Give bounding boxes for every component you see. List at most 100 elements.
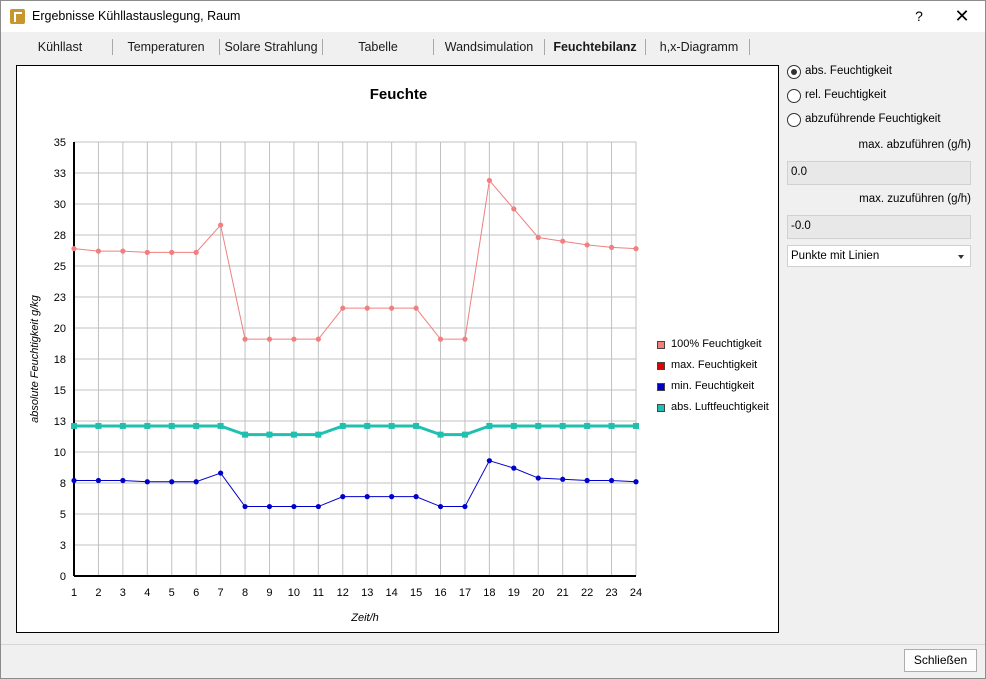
data-point — [608, 244, 615, 250]
tab-separator — [749, 39, 750, 55]
display-mode-select[interactable]: Punkte mit Linien — [787, 245, 971, 267]
data-point — [584, 422, 591, 429]
tab-tabelle[interactable]: Tabelle — [323, 35, 433, 59]
data-point — [461, 431, 468, 438]
data-point — [535, 234, 541, 241]
tab-feuchtebilanz[interactable]: Feuchtebilanz — [545, 35, 645, 59]
data-point — [95, 248, 102, 254]
data-point — [266, 503, 273, 510]
data-point — [486, 422, 493, 429]
data-point — [535, 422, 542, 429]
max-abzufuehren-label: max. abzuführen (g/h) — [858, 139, 971, 151]
data-point — [486, 177, 492, 184]
radio-abzufuehrende-feuchtigkeit[interactable]: abzuführende Feuchtigkeit — [787, 112, 967, 132]
x-tick-label: 17 — [459, 587, 471, 599]
data-point — [315, 336, 321, 342]
humidity-chart: 035810131518202325283033351 2 3 4 5 6 7 8 9 10 11 1… — [29, 137, 642, 624]
series-line — [74, 424, 636, 437]
y-tick-label: 8 — [60, 478, 66, 490]
data-point — [315, 503, 321, 510]
x-tick-label: 18 — [483, 587, 495, 599]
max-abzufuehren-field[interactable]: 0.0 — [787, 161, 971, 185]
x-tick-label: 23 — [605, 587, 617, 599]
tab-wandsimulation[interactable]: Wandsimulation — [434, 35, 544, 59]
data-point — [389, 494, 395, 500]
data-point — [437, 431, 444, 438]
y-tick-label: 28 — [54, 230, 66, 242]
y-tick-label: 20 — [54, 323, 66, 335]
tab-temperaturen[interactable]: Temperaturen — [113, 35, 219, 59]
legend-label: 100% Feuchtigkeit — [671, 338, 762, 350]
data-point — [120, 477, 126, 484]
data-point — [560, 476, 566, 482]
data-point — [389, 305, 395, 311]
tab-kuehllast[interactable]: Kühllast — [15, 35, 105, 59]
tab-solare-strahlung[interactable]: Solare Strahlung — [220, 35, 322, 59]
y-tick-label: 10 — [54, 447, 66, 459]
data-point — [193, 479, 199, 485]
x-tick-label: 19 — [508, 587, 520, 599]
data-point — [144, 249, 150, 255]
data-point — [584, 477, 590, 484]
data-point — [193, 422, 200, 429]
x-tick-label: 6 — [193, 587, 199, 599]
chart-panel: Feuchte 0 3 5 8 10 13 15 18 20 23 25 28 30 33 35 1 2 3 4 5 6… — [16, 65, 779, 633]
data-point — [413, 422, 420, 429]
x-tick-label: 10 — [288, 587, 300, 599]
series-line — [74, 460, 637, 508]
data-point — [242, 336, 248, 342]
data-point — [633, 422, 639, 429]
data-point — [437, 336, 444, 342]
x-tick-label: 1 — [71, 587, 77, 599]
data-point — [266, 336, 273, 342]
x-tick-label: 14 — [386, 587, 398, 599]
radio-button[interactable] — [787, 113, 801, 127]
x-tick-label: 5 — [169, 587, 175, 599]
data-point — [71, 246, 77, 252]
max-zuzufuehren-label: max. zuzuführen (g/h) — [859, 193, 971, 205]
x-tick-label: 16 — [434, 587, 446, 599]
data-point — [291, 336, 297, 342]
data-point — [633, 246, 639, 252]
y-tick-label: 18 — [54, 354, 66, 366]
radio-abs-feuchtigkeit[interactable]: abs. Feuchtigkeit — [787, 64, 967, 84]
y-tick-label: 3 — [60, 540, 66, 552]
data-point — [95, 422, 102, 429]
data-point — [119, 422, 126, 429]
data-point — [633, 479, 639, 485]
y-tick-label: 30 — [54, 199, 66, 211]
x-tick-label: 12 — [337, 587, 349, 599]
display-mode-value: Punkte mit Linien — [791, 250, 880, 262]
x-tick-label: 11 — [313, 587, 324, 599]
data-point — [388, 422, 395, 429]
close-button[interactable]: Schließen — [904, 649, 977, 672]
y-tick-label: 5 — [60, 509, 66, 521]
data-point — [510, 422, 517, 429]
data-point — [144, 422, 151, 429]
radio-label: abzuführende Feuchtigkeit — [805, 113, 941, 125]
legend-swatch — [657, 383, 665, 391]
data-point — [266, 431, 273, 438]
x-tick-label: 2 — [95, 587, 101, 599]
radio-button[interactable] — [787, 89, 801, 103]
help-button[interactable]: ? — [907, 4, 931, 28]
x-tick-label: 21 — [557, 587, 569, 599]
tab-separator — [645, 39, 646, 55]
x-tick-label: 22 — [581, 587, 593, 599]
radio-rel-feuchtigkeit[interactable]: rel. Feuchtigkeit — [787, 88, 967, 108]
app-icon — [10, 9, 25, 24]
legend-swatch — [657, 362, 665, 370]
tab-bar: Kühllast Temperaturen Solare Strahlung T… — [15, 35, 775, 59]
title-bar: Ergebnisse Kühllastauslegung, Raum ? ✕ — [1, 1, 985, 32]
x-tick-label: 8 — [242, 587, 248, 599]
x-tick-label: 13 — [361, 587, 373, 599]
tab-hx-diagramm[interactable]: h,x-Diagramm — [649, 35, 749, 59]
max-zuzufuehren-field[interactable]: -0.0 — [787, 215, 971, 239]
radio-button[interactable] — [787, 65, 801, 79]
x-tick-label: 9 — [266, 587, 272, 599]
y-tick-label: 0 — [60, 571, 66, 583]
x-tick-label: 15 — [410, 587, 422, 599]
data-point — [71, 422, 77, 429]
data-point — [413, 494, 419, 500]
close-window-button[interactable]: ✕ — [947, 4, 977, 28]
